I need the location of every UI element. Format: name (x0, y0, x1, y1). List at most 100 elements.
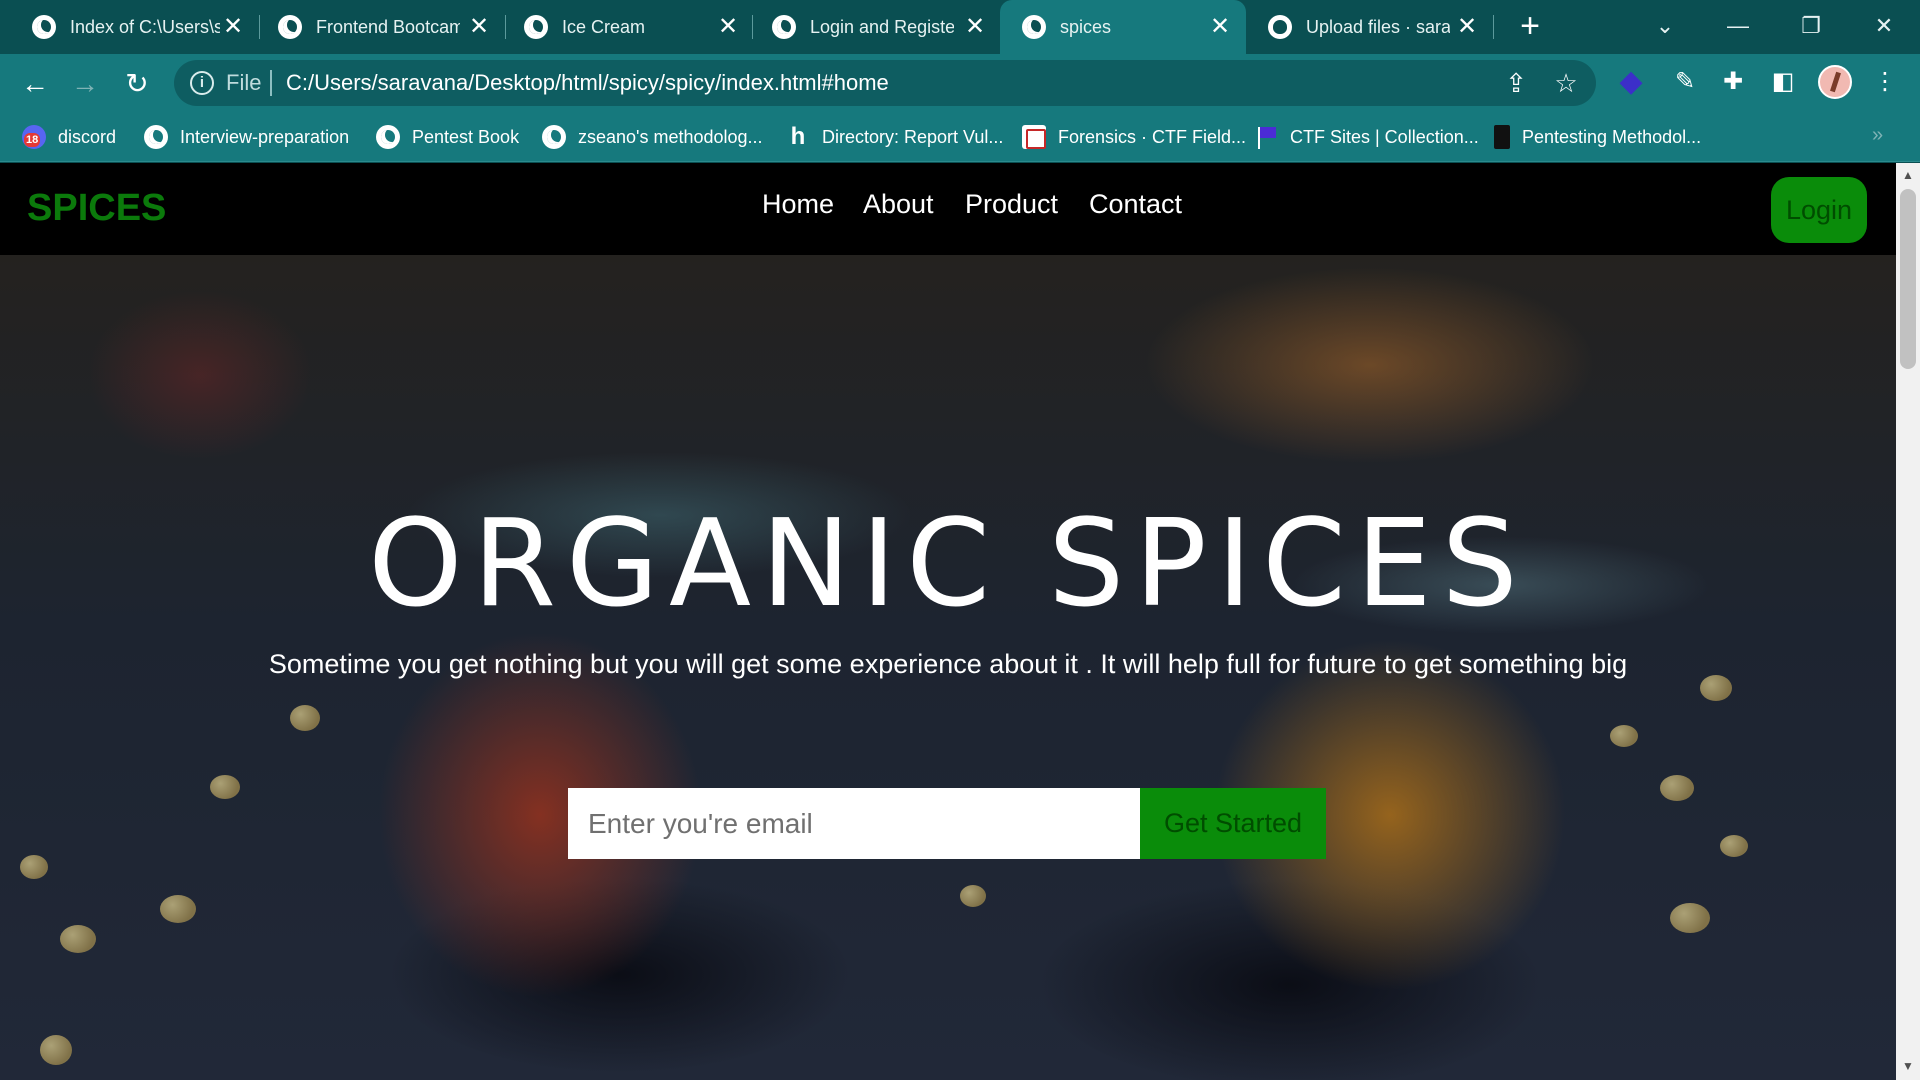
bookmarks-overflow-icon[interactable]: » (1872, 124, 1883, 147)
tab-strip: Index of C:\Users\s ✕ Frontend Bootcam ✕… (0, 0, 1920, 54)
tab-frontend-bootcamp[interactable]: Frontend Bootcam ✕ (256, 0, 496, 54)
bookmark-label: discord (58, 126, 117, 147)
globe-icon (542, 125, 566, 149)
pentest-icon (1494, 125, 1510, 149)
globe-icon (278, 15, 302, 39)
tab-title: Index of C:\Users\s (70, 17, 220, 37)
url-divider (270, 70, 272, 96)
globe-icon (1022, 15, 1046, 39)
decorative-bean (960, 885, 986, 907)
new-tab-button[interactable]: + (1512, 9, 1548, 45)
tab-title: spices (1060, 17, 1112, 37)
extension-pen-icon[interactable]: ✎ (1670, 67, 1700, 97)
bookmark-label: Interview-preparation (180, 126, 350, 147)
bookmark-directory-report[interactable]: h Directory: Report Vul... (786, 123, 1004, 150)
site-navbar: SPICES Home About Product Contact Login (0, 163, 1896, 255)
hackerone-icon: h (790, 123, 806, 150)
extension-diamond-icon[interactable]: ◆ (1616, 67, 1646, 97)
site-logo[interactable]: SPICES (27, 187, 166, 230)
site-info-icon[interactable]: i (190, 71, 214, 95)
page-viewport: SPICES Home About Product Contact Login … (0, 163, 1896, 1080)
scroll-up-arrow-icon[interactable]: ▲ (1896, 165, 1920, 185)
bookmark-label: CTF Sites | Collection... (1290, 126, 1479, 147)
restore-button[interactable]: ❐ (1791, 8, 1831, 44)
bookmark-label: Pentest Book (412, 126, 520, 147)
bookmark-forensics[interactable]: Forensics · CTF Field... (1022, 124, 1246, 150)
login-button[interactable]: Login (1771, 177, 1867, 243)
decorative-bean (1720, 835, 1748, 857)
scroll-down-arrow-icon[interactable]: ▼ (1896, 1056, 1920, 1076)
decorative-bean (1670, 903, 1710, 933)
decorative-bean (40, 1035, 72, 1065)
window-close-button[interactable]: ✕ (1864, 8, 1904, 44)
tab-index[interactable]: Index of C:\Users\s ✕ (10, 0, 250, 54)
tab-divider (1493, 15, 1494, 39)
book-icon (1022, 125, 1046, 149)
decorative-bean (210, 775, 240, 799)
tab-title: Login and Register (810, 17, 954, 37)
minimize-button[interactable]: — (1718, 8, 1758, 44)
globe-icon (524, 15, 548, 39)
close-icon[interactable]: ✕ (220, 14, 246, 40)
tab-title: Upload files · sarav (1306, 17, 1450, 37)
globe-icon (32, 15, 56, 39)
nav-link-home[interactable]: Home (762, 189, 834, 220)
page-scrollbar[interactable]: ▲ ▼ (1896, 163, 1920, 1080)
nav-link-about[interactable]: About (863, 189, 934, 220)
close-icon[interactable]: ✕ (715, 14, 741, 40)
globe-icon (772, 15, 796, 39)
close-icon[interactable]: ✕ (466, 14, 492, 40)
bookmark-interview-preparation[interactable]: Interview-preparation (144, 124, 349, 150)
bookmarks-bar: discord Interview-preparation Pentest Bo… (0, 112, 1920, 162)
get-started-button[interactable]: Get Started (1140, 788, 1326, 859)
bookmark-label: Forensics · CTF Field... (1058, 126, 1247, 147)
close-icon[interactable]: ✕ (1454, 14, 1480, 40)
tab-title: Frontend Bootcam (316, 17, 460, 37)
decorative-bean (20, 855, 48, 879)
bookmark-ctf-sites[interactable]: CTF Sites | Collection... (1254, 124, 1479, 150)
extensions-puzzle-icon[interactable]: ✚ (1718, 67, 1748, 97)
bookmark-discord[interactable]: discord (22, 124, 116, 150)
close-icon[interactable]: ✕ (1207, 14, 1233, 40)
address-bar[interactable]: i File C:/Users/saravana/Desktop/html/sp… (174, 60, 1596, 106)
profile-avatar[interactable] (1818, 65, 1852, 99)
bookmark-pentest-book[interactable]: Pentest Book (376, 124, 519, 150)
back-button[interactable]: ← (15, 64, 55, 104)
globe-icon (144, 125, 168, 149)
tab-search-button[interactable]: ⌄ (1645, 8, 1685, 44)
globe-icon (376, 125, 400, 149)
flag-icon (1254, 125, 1278, 149)
bookmark-zseano[interactable]: zseano's methodolog... (542, 124, 763, 150)
nav-link-product[interactable]: Product (965, 189, 1058, 220)
discord-icon (22, 125, 46, 149)
close-icon[interactable]: ✕ (962, 14, 988, 40)
url-text[interactable]: C:/Users/saravana/Desktop/html/spicy/spi… (286, 70, 889, 96)
decorative-bean (1660, 775, 1694, 801)
decorative-bean (1610, 725, 1638, 747)
tab-login-register[interactable]: Login and Register ✕ (750, 0, 996, 54)
url-scheme: File (226, 70, 262, 95)
reload-button[interactable]: ↻ (117, 64, 157, 104)
email-input[interactable] (568, 788, 1140, 859)
decorative-bean (290, 705, 320, 731)
github-icon (1268, 15, 1292, 39)
bookmark-label: Directory: Report Vul... (822, 126, 1004, 147)
share-icon[interactable]: ⇪ (1502, 69, 1530, 97)
browser-menu-icon[interactable]: ⋮ (1870, 67, 1900, 97)
decorative-bean (160, 895, 196, 923)
hero-subtitle: Sometime you get nothing but you will ge… (268, 649, 1628, 679)
forward-button[interactable]: → (65, 64, 105, 104)
tab-title: Ice Cream (562, 17, 646, 37)
bookmark-label: zseano's methodolog... (578, 126, 763, 147)
browser-toolbar: ← → ↻ i File C:/Users/saravana/Desktop/h… (0, 54, 1920, 112)
bookmark-star-icon[interactable]: ☆ (1552, 69, 1580, 97)
nav-link-contact[interactable]: Contact (1089, 189, 1182, 220)
tab-upload-files[interactable]: Upload files · sarav ✕ (1246, 0, 1490, 54)
tab-ice-cream[interactable]: Ice Cream ✕ (502, 0, 748, 54)
bookmark-pentesting-methodology[interactable]: Pentesting Methodol... (1494, 124, 1701, 150)
hero-title: ORGANIC SPICES (368, 495, 1528, 634)
tab-spices[interactable]: spices ✕ (1000, 0, 1246, 54)
side-panel-icon[interactable]: ◧ (1768, 67, 1798, 97)
scrollbar-thumb[interactable] (1900, 189, 1916, 369)
decorative-bean (60, 925, 96, 953)
